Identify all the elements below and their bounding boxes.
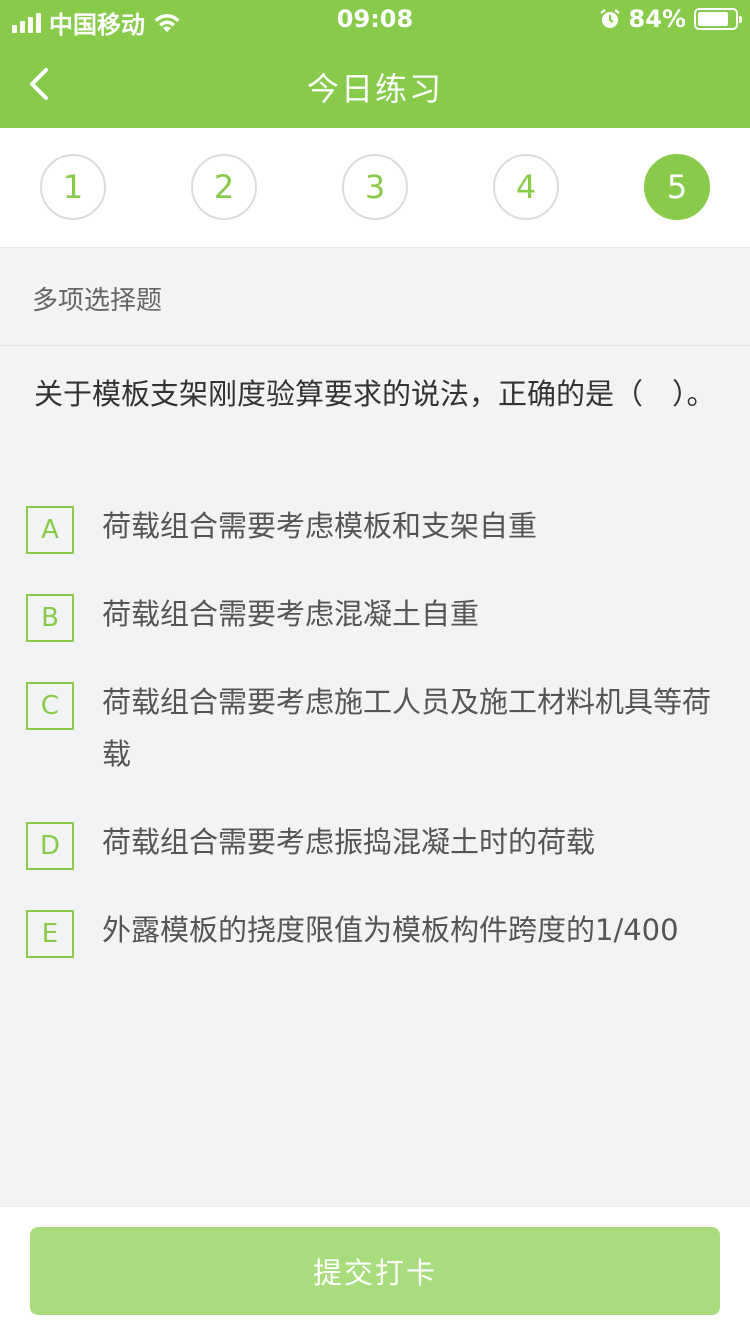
question-type: 多项选择题 <box>0 248 750 346</box>
option-c[interactable]: C 荷载组合需要考虑施工人员及施工材料机具等荷载 <box>26 682 726 782</box>
step-3[interactable]: 3 <box>342 154 408 220</box>
option-text: 外露模板的挠度限值为模板构件跨度的1/400 <box>102 913 679 947</box>
question-text: 关于模板支架刚度验算要求的说法，正确的是（ ）。 <box>34 377 716 411</box>
bottom-bar: 提交打卡 <box>0 1206 750 1334</box>
option-text: 荷载组合需要考虑施工人员及施工材料机具等荷载 <box>102 685 712 771</box>
battery-fill <box>698 12 729 26</box>
option-letter: B <box>26 594 74 642</box>
option-letter: A <box>26 506 74 554</box>
option-text: 荷载组合需要考虑混凝土自重 <box>102 597 480 631</box>
option-a[interactable]: A 荷载组合需要考虑模板和支架自重 <box>26 506 726 558</box>
option-letter: D <box>26 822 74 870</box>
page-title: 今日练习 <box>306 70 443 108</box>
option-text: 荷载组合需要考虑振捣混凝土时的荷载 <box>102 825 596 859</box>
option-e[interactable]: E 外露模板的挠度限值为模板构件跨度的1/400 <box>26 910 726 962</box>
battery-percent: 84% <box>628 5 686 33</box>
header-bar: 中国移动 09:08 84% 今日练习 <box>0 0 750 128</box>
status-right: 84% <box>599 5 742 33</box>
nav-bar: 今日练习 <box>0 40 750 128</box>
option-letter: E <box>26 910 74 958</box>
step-1[interactable]: 1 <box>40 154 106 220</box>
battery-icon <box>694 8 742 30</box>
status-bar: 中国移动 09:08 84% <box>0 0 750 40</box>
submit-button[interactable]: 提交打卡 <box>30 1227 720 1315</box>
option-b[interactable]: B 荷载组合需要考虑混凝土自重 <box>26 594 726 646</box>
step-2[interactable]: 2 <box>191 154 257 220</box>
alarm-clock-icon <box>599 9 620 28</box>
option-text: 荷载组合需要考虑模板和支架自重 <box>102 509 538 543</box>
question-stepper: 1 2 3 4 5 <box>0 128 750 248</box>
option-letter: C <box>26 682 74 730</box>
option-d[interactable]: D 荷载组合需要考虑振捣混凝土时的荷载 <box>26 822 726 874</box>
step-5[interactable]: 5 <box>644 154 710 220</box>
step-4[interactable]: 4 <box>493 154 559 220</box>
